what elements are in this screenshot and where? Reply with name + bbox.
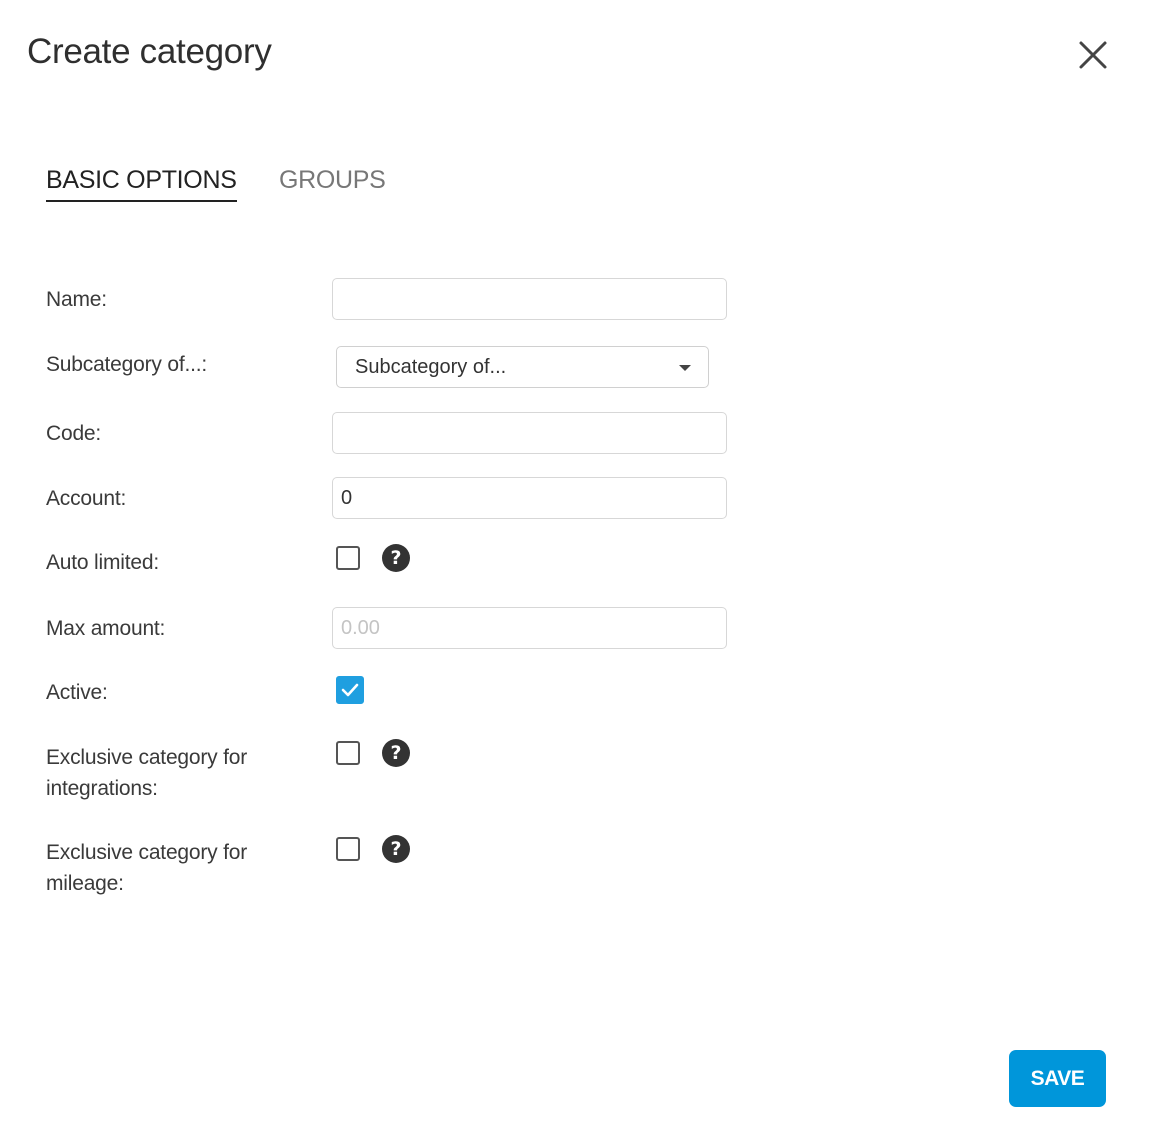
name-label: Name: xyxy=(46,288,107,311)
active-checkbox[interactable] xyxy=(336,676,364,704)
question-circle-icon[interactable]: ? xyxy=(382,739,410,767)
form-row-auto-limited: Auto limited: ? xyxy=(46,543,846,579)
question-circle-icon[interactable]: ? xyxy=(382,835,410,863)
max-amount-label: Max amount: xyxy=(46,617,166,640)
form-row-subcategory: Subcategory of...: Subcategory of... xyxy=(46,346,846,390)
exclusive-integrations-label-line2: integrations: xyxy=(46,777,158,800)
exclusive-mileage-checkbox[interactable] xyxy=(336,837,360,861)
create-category-dialog: Create category BASIC OPTIONS GROUPS Nam… xyxy=(0,0,1158,1148)
exclusive-integrations-checkbox[interactable] xyxy=(336,741,360,765)
tab-groups[interactable]: GROUPS xyxy=(279,163,386,197)
form-row-name: Name: xyxy=(46,278,846,322)
form-row-exclusive-integrations: Exclusive category for integrations: ? xyxy=(46,738,846,808)
close-button[interactable] xyxy=(1075,37,1111,73)
form-row-account: Account: 0 xyxy=(46,477,846,521)
auto-limited-checkbox[interactable] xyxy=(336,546,360,570)
subcategory-label: Subcategory of...: xyxy=(46,353,207,376)
auto-limited-label: Auto limited: xyxy=(46,551,159,574)
exclusive-integrations-label-line1: Exclusive category for xyxy=(46,746,248,769)
code-input[interactable] xyxy=(332,412,727,454)
save-button[interactable]: SAVE xyxy=(1009,1050,1106,1107)
active-label: Active: xyxy=(46,681,108,704)
checkmark-icon xyxy=(341,683,359,697)
max-amount-input[interactable]: 0.00 xyxy=(332,607,727,649)
close-icon xyxy=(1079,41,1107,69)
account-input[interactable]: 0 xyxy=(332,477,727,519)
question-circle-icon[interactable]: ? xyxy=(382,544,410,572)
exclusive-mileage-label-line2: mileage: xyxy=(46,872,124,895)
subcategory-select[interactable]: Subcategory of... xyxy=(336,346,709,388)
exclusive-mileage-label-line1: Exclusive category for xyxy=(46,841,248,864)
account-label: Account: xyxy=(46,487,127,510)
form-row-active: Active: xyxy=(46,674,846,710)
subcategory-selected-value: Subcategory of... xyxy=(355,356,507,378)
form-row-code: Code: xyxy=(46,412,846,456)
chevron-down-icon xyxy=(679,365,691,371)
form-row-max-amount: Max amount: 0.00 xyxy=(46,607,846,651)
form-row-exclusive-mileage: Exclusive category for mileage: ? xyxy=(46,834,846,904)
tab-basic-options[interactable]: BASIC OPTIONS xyxy=(46,163,237,202)
name-input[interactable] xyxy=(332,278,727,320)
code-label: Code: xyxy=(46,422,102,445)
dialog-title: Create category xyxy=(27,32,272,71)
